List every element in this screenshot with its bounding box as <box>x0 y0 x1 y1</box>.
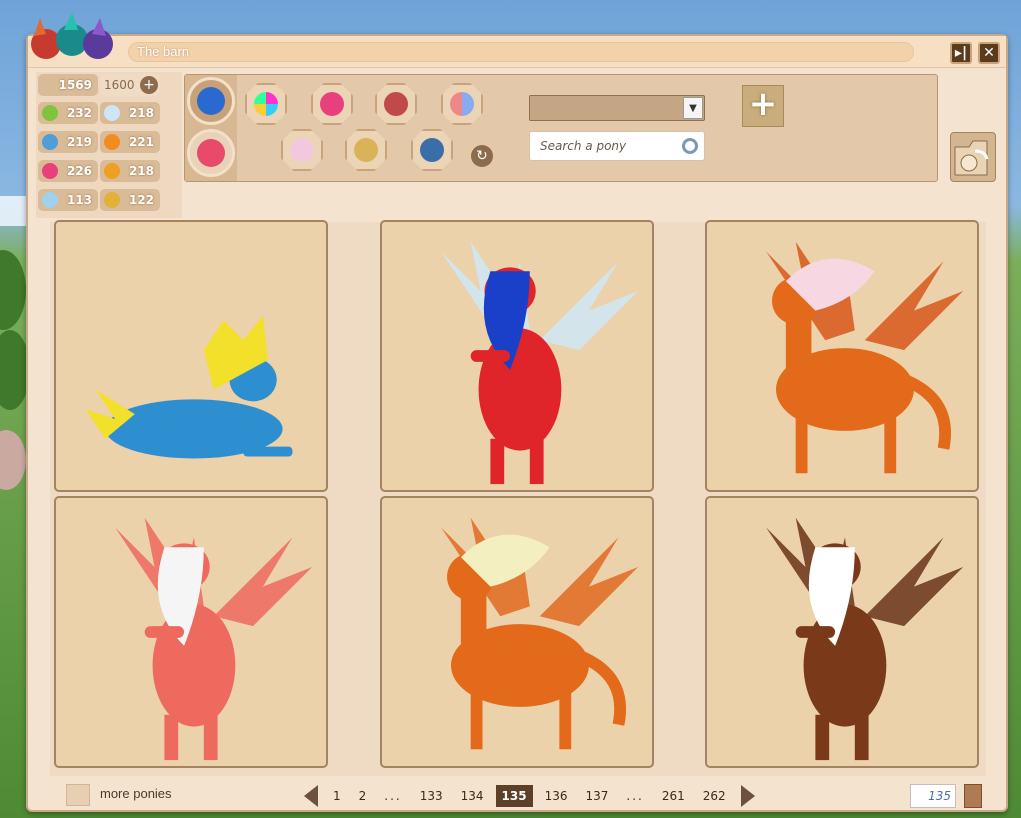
stat-max: 1600 + <box>100 74 160 96</box>
tab-column <box>185 75 237 181</box>
barn-window: The barn ▸| ✕ 1569 1600 + 232 218 219 221 22… <box>26 12 1008 812</box>
more-ponies-label: more ponies <box>100 786 172 801</box>
search-input[interactable]: Search a pony <box>529 131 705 161</box>
add-resource-icon[interactable]: + <box>140 76 158 94</box>
pagination: 1 2... 133 134 135 136 137... 261 262 <box>304 784 755 808</box>
page-link[interactable]: 2 <box>353 785 373 807</box>
flame-icon <box>104 134 120 150</box>
pony-portrait <box>441 241 639 485</box>
stat-current: 1569 <box>38 74 98 96</box>
pony-portrait <box>115 517 313 761</box>
color-wheel-icon <box>254 92 278 116</box>
filter-eye[interactable] <box>411 129 453 171</box>
pony-portrait <box>766 517 964 761</box>
pony-portrait <box>766 241 964 474</box>
page-link[interactable]: 1 <box>327 785 347 807</box>
stat-horseshoe: 122 <box>100 189 160 211</box>
chevron-down-icon: ▼ <box>683 97 703 119</box>
heart-horseshoe-icon <box>384 92 408 116</box>
close-button[interactable]: ✕ <box>978 42 1000 64</box>
filter-breeding[interactable] <box>375 83 417 125</box>
add-button[interactable]: + <box>742 85 784 127</box>
title-bar: The barn ▸| ✕ <box>28 12 1006 68</box>
stat-feather: 113 <box>38 189 98 211</box>
feather-icon <box>42 192 58 208</box>
pony-card[interactable] <box>380 220 654 492</box>
footprints-icon <box>42 134 58 150</box>
unicorn-pegasus-icon <box>450 92 474 116</box>
stat-paw: 218 <box>100 160 160 182</box>
stat-apple: 232 <box>38 102 98 124</box>
refresh-filters-button[interactable]: ↻ <box>471 145 493 167</box>
stat-heart: 226 <box>38 160 98 182</box>
filter-coat-color[interactable] <box>245 83 287 125</box>
previous-page-arrow-icon[interactable] <box>304 785 318 807</box>
restore-icon: ▸| <box>954 45 968 61</box>
filter-species[interactable] <box>441 83 483 125</box>
trophy-icon <box>354 138 378 162</box>
filter-trophy[interactable] <box>345 129 387 171</box>
unicorn-icon <box>290 138 314 162</box>
stat-flame: 221 <box>100 131 160 153</box>
page-link[interactable]: 135 <box>495 785 533 807</box>
page-number-input[interactable]: 135 <box>910 784 956 808</box>
eye-icon <box>420 138 444 162</box>
tab-favorites[interactable] <box>187 129 235 177</box>
pony-card[interactable] <box>380 496 654 768</box>
pony-portrait <box>85 315 293 459</box>
gender-icon <box>320 92 344 116</box>
filter-panel: ↻ ▼ Search a pony + <box>184 74 938 182</box>
page-link[interactable]: 137 <box>580 785 615 807</box>
game-logo <box>31 12 113 59</box>
send-pony-button[interactable] <box>950 132 996 182</box>
pony-grid <box>50 220 986 776</box>
stat-footprints: 219 <box>38 131 98 153</box>
tab-folder[interactable] <box>187 77 235 125</box>
page-ellipsis: ... <box>626 789 644 803</box>
filter-gender[interactable] <box>311 83 353 125</box>
heart-icon <box>42 163 58 179</box>
folder-icon <box>197 87 225 115</box>
close-icon: ✕ <box>983 45 995 61</box>
footer-bar: more ponies 1 2... 133 134 135 136 137... 261 26… <box>28 782 1006 812</box>
page-link[interactable]: 262 <box>697 785 732 807</box>
page-link[interactable]: 261 <box>656 785 691 807</box>
pony-card[interactable] <box>705 496 979 768</box>
paw-icon <box>104 163 120 179</box>
pony-portrait <box>441 517 639 750</box>
stat-cloud: 218 <box>100 102 160 124</box>
pony-card[interactable] <box>54 496 328 768</box>
resource-stats: 1569 1600 + 232 218 219 221 226 218 113 122 <box>36 72 182 218</box>
page-ellipsis: ... <box>384 789 402 803</box>
cloud-icon <box>104 105 120 121</box>
go-to-page-button[interactable] <box>964 784 982 808</box>
search-icon <box>682 138 698 154</box>
page-link[interactable]: 133 <box>414 785 449 807</box>
more-ponies-checkbox[interactable] <box>66 784 90 806</box>
filter-unicorn[interactable] <box>281 129 323 171</box>
page-link[interactable]: 134 <box>455 785 490 807</box>
apple-icon <box>42 105 58 121</box>
next-page-arrow-icon[interactable] <box>740 785 755 807</box>
pony-card[interactable] <box>705 220 979 492</box>
category-select[interactable]: ▼ <box>529 95 705 121</box>
send-pony-icon <box>954 140 989 176</box>
star-icon <box>197 139 225 167</box>
plus-icon: + <box>748 84 778 124</box>
page-link[interactable]: 136 <box>539 785 574 807</box>
window-title: The barn <box>128 42 914 62</box>
horseshoe-icon <box>104 192 120 208</box>
refresh-icon: ↻ <box>476 148 488 164</box>
pony-card[interactable] <box>54 220 328 492</box>
restore-button[interactable]: ▸| <box>950 42 972 64</box>
